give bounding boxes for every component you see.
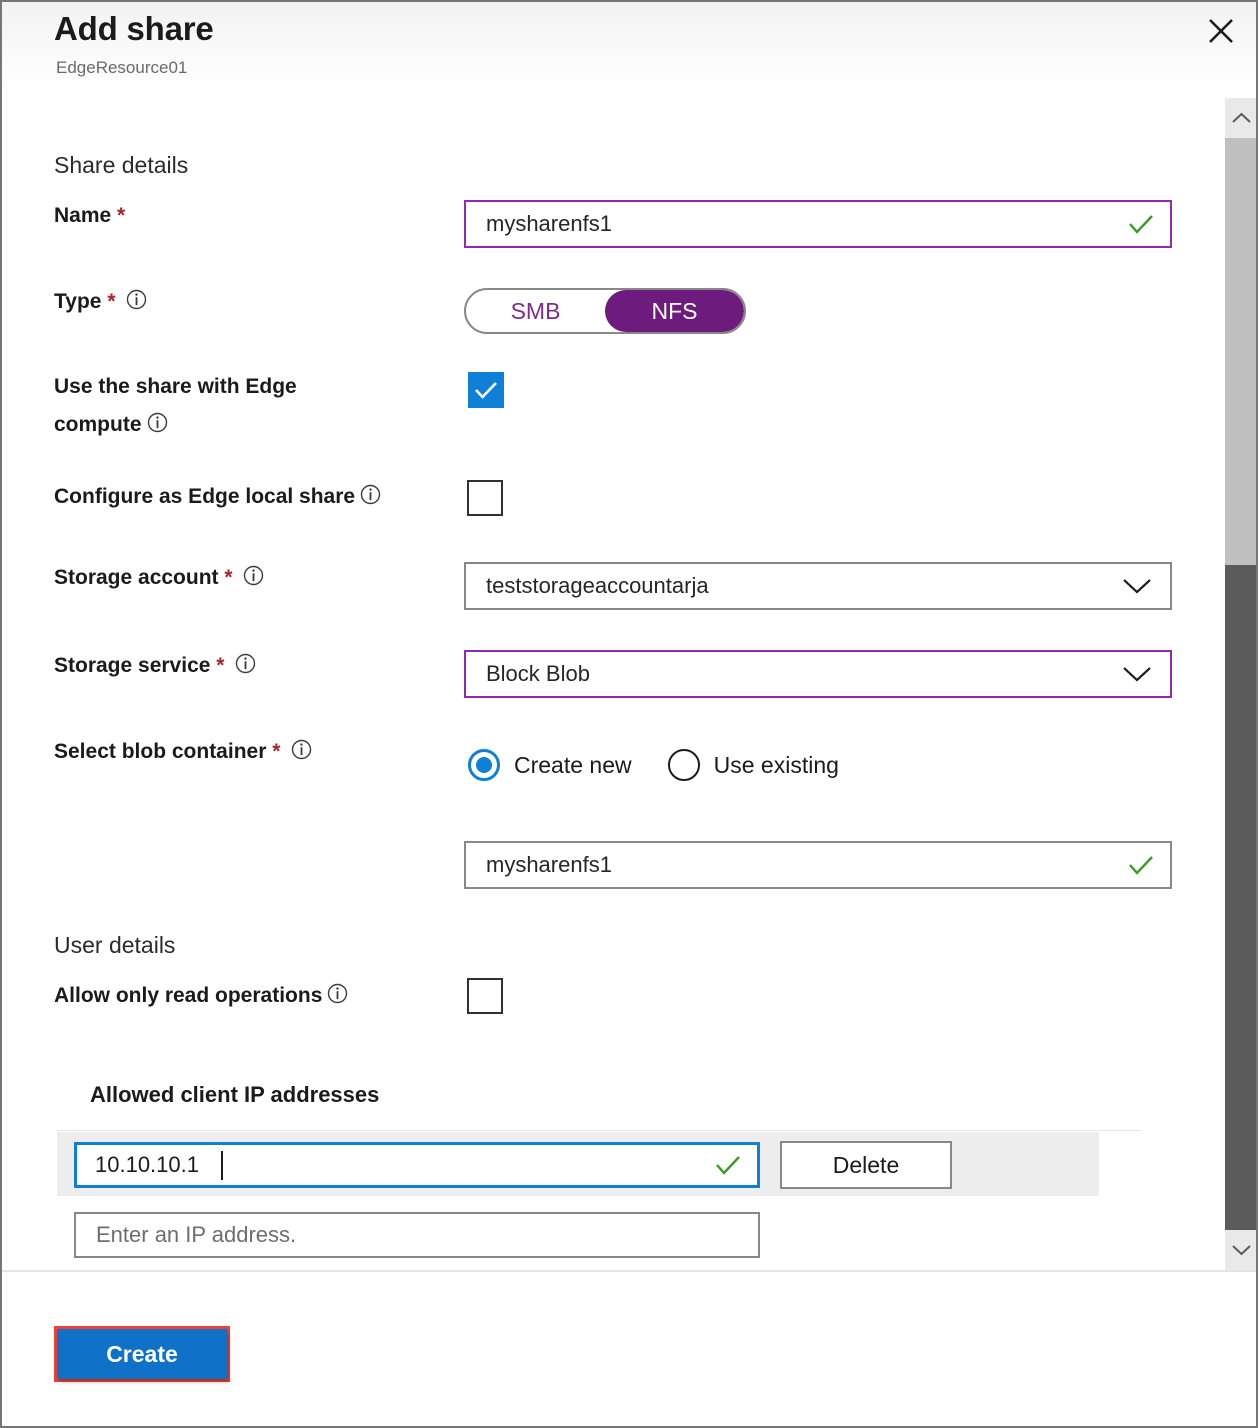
label-read-only-text: Allow only read operations [54,984,322,1007]
label-type: Type * [54,284,147,322]
label-storage-service-text: Storage service [54,654,210,677]
dialog-header: Add share EdgeResource01 [2,2,1256,94]
label-storage-account-text: Storage account [54,566,219,589]
label-read-only: Allow only read operations [54,978,348,1016]
storage-account-value: teststorageaccountarja [466,573,1122,599]
info-icon[interactable] [243,562,264,598]
share-form: Share details Name * Type * [2,94,1224,1272]
blob-container-radio-group: Create new Use existing [468,749,839,781]
label-edge-compute-line1: Use the share with Edge [54,375,297,398]
info-icon[interactable] [147,408,168,446]
add-share-dialog: Add share EdgeResource01 Share details N… [0,0,1258,1428]
share-type-toggle[interactable]: SMB NFS [464,288,746,334]
blob-container-name-input[interactable] [466,852,1128,878]
delete-ip-button[interactable]: Delete [780,1141,952,1189]
checkmark-icon [474,380,498,400]
storage-service-value: Block Blob [466,661,1122,687]
create-button[interactable]: Create [57,1329,227,1379]
blob-container-name-input-wrapper[interactable] [464,841,1172,889]
label-edge-compute: Use the share with Edge compute [54,368,444,446]
info-icon[interactable] [235,650,256,686]
chevron-up-icon [1232,111,1251,125]
label-storage-account: Storage account * [54,560,264,598]
label-edge-compute-line2: compute [54,413,142,436]
new-ip-address-input[interactable] [76,1222,758,1248]
storage-account-dropdown[interactable]: teststorageaccountarja [464,562,1172,610]
info-icon[interactable] [360,481,381,517]
label-name: Name * [54,198,125,234]
radio-dot-selected [468,749,500,781]
required-asterisk: * [117,204,125,227]
radio-use-existing[interactable]: Use existing [668,749,839,781]
required-asterisk: * [216,654,224,677]
footer-divider [2,1270,1256,1272]
scroll-up-button[interactable] [1225,98,1258,138]
ip-address-input[interactable] [77,1152,715,1178]
label-edge-local-share: Configure as Edge local share [54,479,381,517]
storage-service-dropdown[interactable]: Block Blob [464,650,1172,698]
radio-use-existing-label: Use existing [714,752,839,779]
section-title-user-details: User details [54,932,175,959]
allowed-ips-heading: Allowed client IP addresses [90,1082,379,1108]
radio-create-new-label: Create new [514,752,632,779]
checkbox-read-only[interactable] [467,978,503,1014]
required-asterisk: * [224,566,232,589]
new-ip-address-input-wrapper[interactable] [74,1212,760,1258]
page-title: Add share [54,10,214,48]
label-blob-container-text: Select blob container [54,740,266,763]
valid-check-icon [1128,854,1154,876]
scroll-down-button[interactable] [1225,1230,1258,1270]
required-asterisk: * [107,290,115,313]
radio-dot-unselected [668,749,700,781]
scrollbar-thumb[interactable] [1225,565,1258,1230]
section-title-share-details: Share details [54,152,188,179]
info-icon[interactable] [327,980,348,1016]
checkbox-edge-local-share[interactable] [467,480,503,516]
info-icon[interactable] [126,286,147,322]
label-blob-container: Select blob container * [54,734,312,772]
text-caret [221,1151,223,1180]
resource-subtitle: EdgeResource01 [56,58,187,78]
ip-address-input-wrapper[interactable] [74,1142,760,1188]
label-storage-service: Storage service * [54,648,256,686]
chevron-down-icon [1122,577,1152,595]
share-name-input-wrapper[interactable] [464,200,1172,248]
chevron-down-icon [1122,665,1152,683]
checkbox-edge-compute[interactable] [468,372,504,408]
toggle-option-nfs[interactable]: NFS [605,290,744,332]
scrollbar-track-upper[interactable] [1225,138,1258,565]
allowed-ips-divider [57,1130,1142,1131]
label-edge-local-share-text: Configure as Edge local share [54,485,355,508]
valid-check-icon [715,1154,741,1176]
vertical-scrollbar[interactable] [1225,98,1258,1270]
label-type-text: Type [54,290,101,313]
chevron-down-icon [1232,1243,1251,1257]
label-name-text: Name [54,204,111,227]
create-button-annotation: Create [54,1326,230,1382]
valid-check-icon [1128,213,1154,235]
toggle-option-smb[interactable]: SMB [466,290,605,332]
required-asterisk: * [272,740,280,763]
radio-create-new[interactable]: Create new [468,749,632,781]
close-icon[interactable] [1201,11,1241,51]
share-name-input[interactable] [466,211,1128,237]
info-icon[interactable] [291,736,312,772]
